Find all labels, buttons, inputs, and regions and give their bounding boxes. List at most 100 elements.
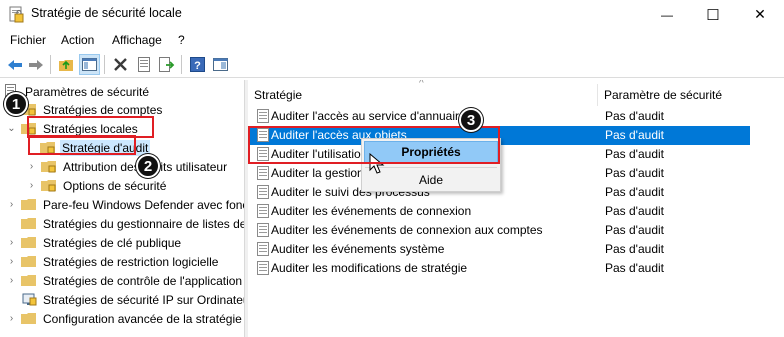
badge-number: 3 [466,111,476,129]
properties-button[interactable] [133,54,154,75]
window-title: Stratégie de sécurité locale [31,6,182,20]
expand-icon[interactable] [6,290,17,309]
toolbar: ? [0,51,784,78]
column-header-setting[interactable]: Paramètre de sécurité [598,84,784,106]
policy-setting: Pas d'audit [605,261,664,275]
tree-item-cle-publique[interactable]: › Stratégies de clé publique [6,233,183,252]
tree-item-options-de-sécurité[interactable]: › Options de sécurité [26,176,168,195]
menu-fichier[interactable]: Fichier [10,33,46,47]
policy-name: Auditer les événements de connexion aux … [271,223,543,237]
expand-icon[interactable]: › [6,271,17,290]
minimize-button[interactable]: — [644,0,690,29]
tree-item-controle-application[interactable]: › Stratégies de contrôle de l'applicatio… [6,271,244,290]
column-header-label: Paramètre de sécurité [604,88,723,102]
tree-item-config-avancee-audit[interactable]: › Configuration avancée de la stratégie … [6,309,244,328]
policy-icon [257,166,269,180]
help-button[interactable]: ? [187,54,208,75]
annotation-box-audit-object-access [248,126,500,164]
context-menu-label: Aide [418,173,444,187]
back-button[interactable] [4,54,25,75]
show-hide-tree-button[interactable] [79,54,100,75]
column-header-policy[interactable]: Stratégie [248,84,598,106]
table-row[interactable]: Auditer les modifications de stratégie P… [248,259,750,278]
close-button[interactable]: ✕ [737,0,783,29]
export-list-icon [158,57,174,72]
policy-setting: Pas d'audit [605,223,664,237]
tree-label: Stratégies de restriction logicielle [43,254,219,269]
expand-icon[interactable] [6,214,17,233]
properties-icon [137,57,150,72]
toolbar-separator [181,55,182,74]
policy-name: Auditer l'accès au service d'annuaire [271,109,466,123]
policy-icon [257,223,269,237]
up-one-level-button[interactable] [56,54,77,75]
console-view-icon [213,58,228,71]
column-header-label: Stratégie [254,88,303,102]
policy-setting: Pas d'audit [605,147,664,161]
table-row[interactable]: Auditer l'accès au service d'annuaire Pa… [248,107,750,126]
step-badge-1: 1 [4,92,28,116]
delete-icon [114,58,127,71]
tree-label: Stratégies du gestionnaire de listes de … [43,216,244,231]
collapse-icon[interactable]: ⌄ [6,119,17,138]
expand-icon[interactable]: › [6,252,17,271]
toolbar-separator [50,55,51,74]
close-icon: ✕ [754,6,766,22]
policy-name: Auditer les modifications de stratégie [271,261,468,275]
delete-button[interactable] [110,54,131,75]
policy-setting: Pas d'audit [605,128,664,142]
menu-help[interactable]: ? [178,33,185,47]
tree-label: Pare-feu Windows Defender avec fonctions… [43,197,244,212]
expand-icon[interactable]: › [26,176,37,195]
menu-action[interactable]: Action [61,33,94,47]
toolbar-separator [104,55,105,74]
badge-number: 1 [11,95,21,113]
policy-icon [257,204,269,218]
tree-label: Stratégies de contrôle de l'application [43,273,243,288]
expand-icon[interactable]: › [6,233,17,252]
step-badge-2: 2 [136,154,160,178]
step-badge-3: 3 [459,108,483,132]
policy-icon [257,109,269,123]
console-view-button[interactable] [210,54,231,75]
annotation-box-strategie-audit [28,135,136,155]
tree-root-label: Paramètres de sécurité [25,84,150,99]
forward-button[interactable] [25,54,46,75]
menu-bar: Fichier Action Affichage ? [0,30,784,50]
security-policy-app-icon [9,6,24,23]
tree-item-attribution-des-droits[interactable]: › Attribution des droits utilisateur [26,157,229,176]
maximize-icon: ☐ [706,6,720,24]
table-row[interactable]: Auditer les événements système Pas d'aud… [248,240,750,259]
locked-folder-icon [41,180,56,192]
export-list-button[interactable] [156,54,177,75]
table-row[interactable]: Auditer les événements de connexion Pas … [248,202,750,221]
minimize-icon: — [661,7,673,22]
expand-icon[interactable]: › [6,309,17,328]
tree-label: Options de sécurité [63,178,167,193]
menu-affichage[interactable]: Affichage [112,33,162,47]
maximize-button[interactable]: ☐ [690,0,736,29]
forward-arrow-icon [28,59,43,70]
folder-icon [21,237,36,248]
security-policy-window: Stratégie de sécurité locale — ☐ ✕ Fichi… [0,0,784,337]
folder-icon [21,199,36,210]
title-bar: Stratégie de sécurité locale — ☐ ✕ [0,0,784,29]
folder-icon [21,256,36,267]
tree-item-gestionnaire-listes-reseaux[interactable]: Stratégies du gestionnaire de listes de … [6,214,244,233]
tree-label: Stratégies de clé publique [43,235,182,250]
tree-item-securite-ip[interactable]: Stratégies de sécurité IP sur Ordinateur… [6,290,244,309]
folder-icon [21,275,36,286]
list-pane: ^ Stratégie Paramètre de sécurité Audite… [248,80,784,337]
policy-name: Auditer les événements de connexion [271,204,472,218]
tree-item-pare-feu[interactable]: › Pare-feu Windows Defender avec fonctio… [6,195,244,214]
table-row[interactable]: Auditer les événements de connexion aux … [248,221,750,240]
help-icon: ? [190,57,205,72]
expand-icon[interactable]: › [6,195,17,214]
tree-label: Configuration avancée de la stratégie d'… [43,311,244,326]
tree-item-restriction-logicielle[interactable]: › Stratégies de restriction logicielle [6,252,220,271]
badge-number: 2 [143,157,153,175]
ip-security-icon [22,293,37,306]
policy-setting: Pas d'audit [605,109,664,123]
expand-icon[interactable]: › [26,157,37,176]
show-hide-tree-icon [82,58,97,71]
